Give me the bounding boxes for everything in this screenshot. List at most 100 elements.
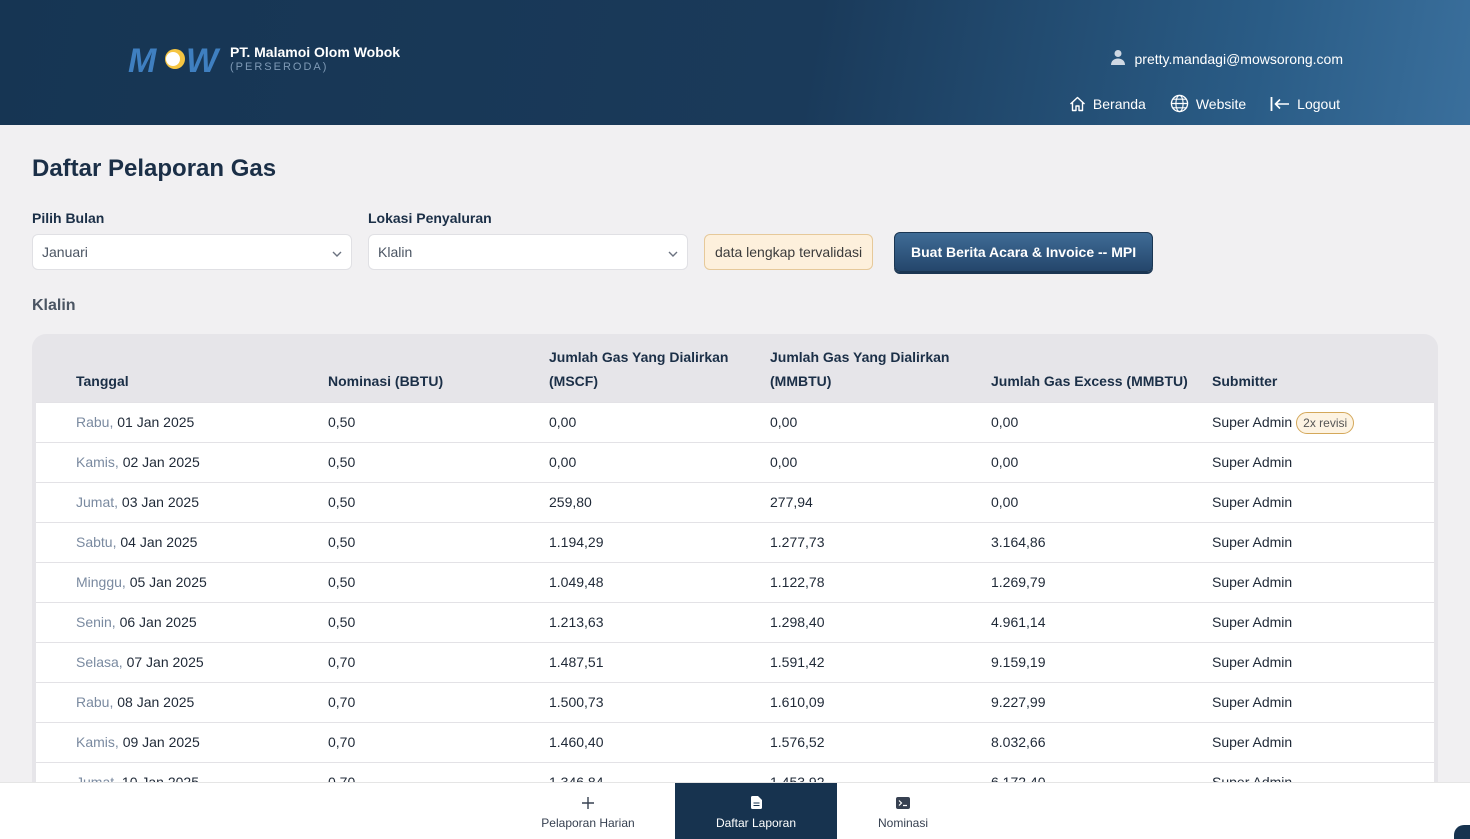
day-name: Kamis, xyxy=(76,454,119,470)
section-title: Klalin xyxy=(32,297,76,314)
location-select-value: Klalin xyxy=(378,244,413,260)
date-value: 05 Jan 2025 xyxy=(129,574,207,590)
brand-logo[interactable]: M W PT. Malamoi Olom Wobok (PERSERODA) xyxy=(128,42,400,76)
svg-text:M: M xyxy=(128,42,157,76)
cell-excess: 0,00 xyxy=(991,414,1019,430)
page-title: Daftar Pelaporan Gas xyxy=(32,155,277,182)
table-row[interactable]: Kamis, 09 Jan 2025 0,70 1.460,40 1.576,52 8.… xyxy=(36,722,1434,762)
table-row[interactable]: Jumat, 03 Jan 2025 0,50 259,80 277,94 0,00 Su… xyxy=(36,482,1434,522)
cell-mscf: 1.194,29 xyxy=(549,534,604,550)
cell-submitter: Super Admin xyxy=(1212,723,1292,763)
document-icon xyxy=(750,794,762,812)
bottom-nav-pelaporan-harian[interactable]: Pelaporan Harian xyxy=(507,783,669,839)
cell-mscf: 259,80 xyxy=(549,494,592,510)
col-excess: Jumlah Gas Excess (MMBTU) xyxy=(991,373,1188,389)
day-name: Jumat, xyxy=(76,494,119,510)
cell-submitter: Super Admin xyxy=(1212,603,1292,643)
table-row[interactable]: Kamis, 02 Jan 2025 0,50 0,00 0,00 0,00 Super … xyxy=(36,442,1434,482)
cell-mmbtu: 1.591,42 xyxy=(770,654,825,670)
cell-excess: 0,00 xyxy=(991,494,1019,510)
col-nominasi: Nominasi (BBTU) xyxy=(328,373,444,389)
cell-mmbtu: 1.298,40 xyxy=(770,614,825,630)
month-select[interactable]: Januari xyxy=(32,234,352,270)
svg-text:W: W xyxy=(186,42,221,76)
user-icon xyxy=(1110,49,1125,68)
col-tanggal: Tanggal xyxy=(76,373,129,389)
date-value: 08 Jan 2025 xyxy=(117,694,195,710)
cell-tanggal: Senin, 06 Jan 2025 xyxy=(76,603,197,643)
cell-nominasi: 0,70 xyxy=(328,734,356,750)
revision-badge[interactable]: 2x revisi xyxy=(1296,412,1355,435)
day-name: Selasa, xyxy=(76,654,123,670)
day-name: Minggu, xyxy=(76,574,126,590)
logout-icon xyxy=(1270,96,1290,112)
plus-icon xyxy=(582,794,594,812)
user-email: pretty.mandagi@mowsorong.com xyxy=(1134,50,1343,67)
cell-nominasi: 0,50 xyxy=(328,614,356,630)
nav-logout[interactable]: Logout xyxy=(1270,96,1340,112)
month-select-value: Januari xyxy=(42,244,88,260)
cell-mscf: 0,00 xyxy=(549,414,577,430)
cell-excess: 4.961,14 xyxy=(991,614,1046,630)
table-row[interactable]: Selasa, 07 Jan 2025 0,70 1.487,51 1.591,42 9… xyxy=(36,642,1434,682)
col-mscf: Jumlah Gas Yang Dialirkan (MSCF) xyxy=(549,349,729,389)
submitter-name: Super Admin xyxy=(1212,694,1293,710)
cell-mscf: 1.500,73 xyxy=(549,694,604,710)
submitter-name: Super Admin xyxy=(1212,534,1293,550)
cell-excess: 8.032,66 xyxy=(991,734,1046,750)
date-value: 09 Jan 2025 xyxy=(122,734,200,750)
brand-sub: (PERSERODA) xyxy=(230,61,329,73)
table-row[interactable]: Sabtu, 04 Jan 2025 0,50 1.194,29 1.277,73 3.… xyxy=(36,522,1434,562)
day-name: Rabu, xyxy=(76,414,114,430)
bottom-nav-label: Daftar Laporan xyxy=(715,815,797,830)
cell-submitter: Super Admin xyxy=(1212,683,1292,723)
cell-excess: 0,00 xyxy=(991,454,1019,470)
bottom-nav-nominasi[interactable]: Nominasi xyxy=(822,783,984,839)
day-name: Kamis, xyxy=(76,734,119,750)
corner-decoration xyxy=(1454,825,1470,839)
terminal-icon xyxy=(896,794,910,812)
cell-mscf: 0,00 xyxy=(549,454,577,470)
cell-mscf: 1.487,51 xyxy=(549,654,604,670)
cell-excess: 1.269,79 xyxy=(991,574,1046,590)
cell-tanggal: Kamis, 09 Jan 2025 xyxy=(76,723,200,763)
table-row[interactable]: Rabu, 08 Jan 2025 0,70 1.500,73 1.610,09 9.2… xyxy=(36,682,1434,722)
bottom-nav-daftar-laporan[interactable]: Daftar Laporan xyxy=(675,783,837,839)
table-row[interactable]: Senin, 06 Jan 2025 0,50 1.213,63 1.298,40 4.… xyxy=(36,602,1434,642)
table-row[interactable]: Minggu, 05 Jan 2025 0,50 1.049,48 1.122,78 1… xyxy=(36,562,1434,602)
cell-mmbtu: 1.576,52 xyxy=(770,734,825,750)
cell-mmbtu: 1.122,78 xyxy=(770,574,825,590)
submitter-name: Super Admin xyxy=(1212,454,1293,470)
cell-tanggal: Kamis, 02 Jan 2025 xyxy=(76,443,200,483)
cell-excess: 9.159,19 xyxy=(991,654,1046,670)
nav-beranda[interactable]: Beranda xyxy=(1069,96,1146,112)
date-value: 02 Jan 2025 xyxy=(122,454,200,470)
cell-submitter: Super Admin xyxy=(1212,643,1292,683)
brand-name: PT. Malamoi Olom Wobok xyxy=(230,44,401,60)
user-info[interactable]: pretty.mandagi@mowsorong.com xyxy=(1110,49,1343,68)
cell-mscf: 1.460,40 xyxy=(549,734,604,750)
top-navigation: Beranda Website Logout xyxy=(1045,94,1340,113)
cell-tanggal: Selasa, 07 Jan 2025 xyxy=(76,643,204,683)
cell-nominasi: 0,50 xyxy=(328,454,356,470)
col-submitter: Submitter xyxy=(1212,373,1278,389)
date-value: 06 Jan 2025 xyxy=(119,614,197,630)
bottom-nav-label: Pelaporan Harian xyxy=(541,815,635,830)
cell-mmbtu: 277,94 xyxy=(770,494,813,510)
day-name: Rabu, xyxy=(76,694,114,710)
day-name: Senin, xyxy=(76,614,116,630)
cell-tanggal: Rabu, 08 Jan 2025 xyxy=(76,683,194,723)
table-row[interactable]: Rabu, 01 Jan 2025 0,50 0,00 0,00 0,00 Super A… xyxy=(36,402,1434,442)
location-select[interactable]: Klalin xyxy=(368,234,688,270)
cell-tanggal: Rabu, 01 Jan 2025 xyxy=(76,403,194,443)
cell-mmbtu: 0,00 xyxy=(770,414,798,430)
nav-website[interactable]: Website xyxy=(1170,94,1246,113)
cell-nominasi: 0,70 xyxy=(328,694,356,710)
create-invoice-button[interactable]: Buat Berita Acara & Invoice -- MPI xyxy=(894,232,1154,272)
validation-status-badge: data lengkap tervalidasi xyxy=(704,234,874,270)
date-value: 01 Jan 2025 xyxy=(117,414,195,430)
table-header: Tanggal Nominasi (BBTU) Jumlah Gas Yang … xyxy=(32,334,1438,402)
cell-submitter: Super Admin xyxy=(1212,563,1292,603)
col-mmbtu: Jumlah Gas Yang Dialirkan (MMBTU) xyxy=(770,349,950,389)
cell-tanggal: Minggu, 05 Jan 2025 xyxy=(76,563,207,603)
